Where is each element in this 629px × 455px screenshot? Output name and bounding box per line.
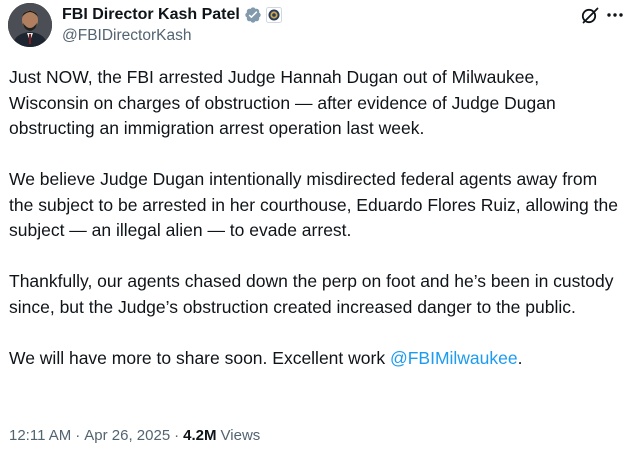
tweet-text: Just NOW, the FBI arrested Judge Hannah … xyxy=(9,65,621,371)
views-label: Views xyxy=(220,427,261,444)
grok-icon[interactable] xyxy=(579,4,601,26)
meta-separator: · xyxy=(75,427,81,444)
verified-badge-icon[interactable] xyxy=(244,6,262,24)
fbi-seal-icon[interactable] xyxy=(265,7,282,23)
author-display-name[interactable]: FBI Director Kash Patel xyxy=(62,6,240,24)
mention-link[interactable]: @FBIMilwaukee xyxy=(390,348,518,368)
avatar-image xyxy=(8,3,52,47)
avatar[interactable] xyxy=(8,3,52,47)
tweet-text-segment: We will have more to share soon. Excelle… xyxy=(9,347,390,368)
tweet-paragraph-last: We will have more to share soon. Excelle… xyxy=(9,346,621,372)
views-count: 4.2M xyxy=(183,427,217,444)
author-name-row: FBI Director Kash Patel xyxy=(62,4,282,26)
tweet-card: FBI Director Kash Patel @FBIDirectorKash xyxy=(0,0,629,455)
tweet-meta: 12:11 AM · Apr 26, 2025 · 4.2M Views xyxy=(9,427,260,444)
more-icon[interactable] xyxy=(604,4,626,26)
author-handle[interactable]: @FBIDirectorKash xyxy=(62,27,191,45)
tweet-paragraph: Thankfully, our agents chased down the p… xyxy=(9,271,614,317)
meta-separator: · xyxy=(174,427,180,444)
tweet-paragraph: We believe Judge Dugan intentionally mis… xyxy=(9,169,618,240)
tweet-text-segment: . xyxy=(517,347,523,368)
tweet-time[interactable]: 12:11 AM xyxy=(9,427,71,444)
tweet-date[interactable]: Apr 26, 2025 xyxy=(84,427,170,444)
tweet-paragraph: Just NOW, the FBI arrested Judge Hannah … xyxy=(9,67,556,138)
